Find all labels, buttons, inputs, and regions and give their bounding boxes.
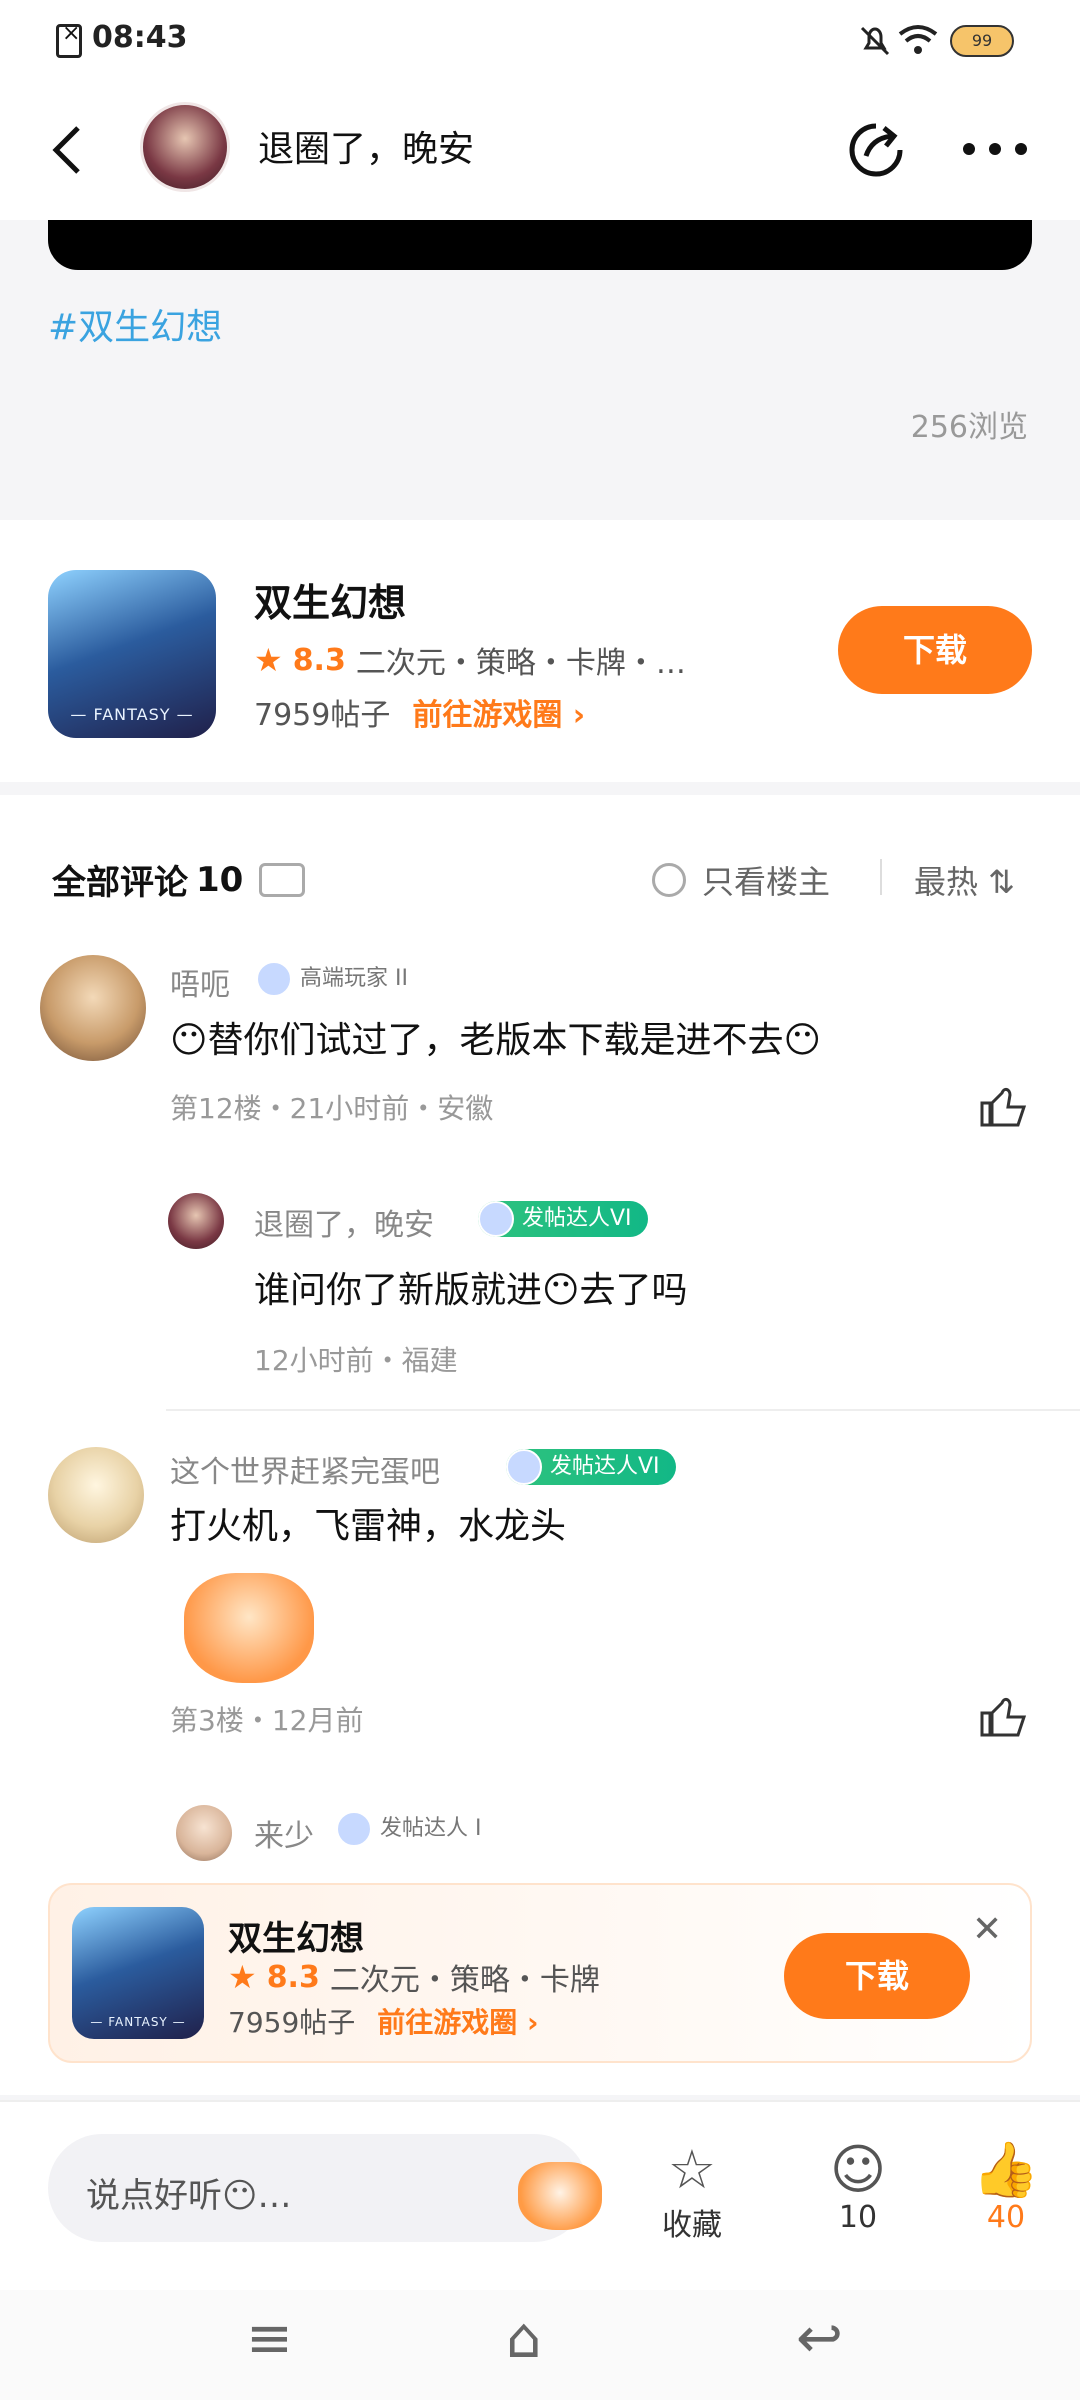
comment-input[interactable]: 说点好听😶… xyxy=(48,2134,602,2242)
badge-icon xyxy=(506,1449,542,1485)
badge-icon xyxy=(478,1201,514,1237)
back-icon[interactable]: ↩ xyxy=(796,2306,843,2371)
emoji-sticker-icon[interactable] xyxy=(518,2162,602,2230)
badge-label: 高端玩家 II xyxy=(300,966,408,991)
divider xyxy=(880,859,882,895)
system-nav-bar: ≡ ⌂ ↩ xyxy=(0,2290,1080,2400)
like-button[interactable]: 👍 40 xyxy=(966,2138,1046,2236)
commenter-avatar[interactable] xyxy=(40,955,146,1061)
comments-title: 全部评论 xyxy=(52,863,188,903)
reply-user-name[interactable]: 退圈了，晚安 xyxy=(254,1200,434,1244)
reply-meta: 12小时前・福建 xyxy=(254,1344,458,1377)
wifi-icon xyxy=(898,25,938,54)
comment-button[interactable]: ☺ 10 xyxy=(818,2138,898,2236)
commenter-name[interactable]: 唔呃 xyxy=(170,960,230,1004)
game-name: 双生幻想 xyxy=(254,581,407,625)
reply-avatar[interactable] xyxy=(176,1805,232,1861)
reply-avatar[interactable] xyxy=(168,1193,224,1249)
star-icon: ★ xyxy=(254,641,283,679)
star-icon: ★ xyxy=(228,1958,257,1996)
topic-tag[interactable]: #双生幻想 xyxy=(48,298,222,350)
game-icon[interactable] xyxy=(72,1907,204,2039)
game-post-count: 7959帖子 xyxy=(254,698,391,733)
comment-meta: 第12楼・21小时前・安徽 xyxy=(170,1092,494,1125)
share-icon[interactable] xyxy=(846,120,906,180)
like-icon[interactable] xyxy=(978,1085,1028,1129)
only-op-toggle[interactable]: 只看楼主 xyxy=(652,857,830,903)
comments-header: 全部评论 10 xyxy=(52,855,306,904)
user-badge: 发帖达人VI xyxy=(506,1449,676,1485)
game-genres: 二次元・策略・卡牌・… xyxy=(355,646,686,681)
back-arrow-icon[interactable] xyxy=(50,124,84,176)
comment-input-placeholder: 说点好听😶… xyxy=(86,2176,292,2216)
view-count: 256浏览 xyxy=(910,410,1028,445)
game-rating-row: ★ 8.3 二次元・策略・卡牌 xyxy=(228,1955,600,1999)
game-genres: 二次元・策略・卡牌 xyxy=(329,1963,600,1998)
comment-text: 打火机，飞雷神，水龙头 xyxy=(170,1506,567,1547)
comment-count: 10 xyxy=(838,2200,878,2235)
sticker-image xyxy=(184,1573,314,1683)
comment-text: 😶替你们试过了，老版本下载是进不去😶 xyxy=(170,1020,822,1061)
game-name: 双生幻想 xyxy=(228,1919,364,1959)
home-icon[interactable]: ⌂ xyxy=(506,2306,542,2371)
video-player-controls[interactable] xyxy=(48,220,1032,270)
comments-count: 10 xyxy=(196,859,244,900)
more-options-icon[interactable] xyxy=(962,142,1028,156)
author-avatar[interactable] xyxy=(140,102,230,192)
like-count: 40 xyxy=(986,2200,1026,2235)
favorite-button[interactable]: ☆ 收藏 xyxy=(652,2140,732,2244)
badge-label: 发帖达人VI xyxy=(522,1206,632,1231)
goto-game-circle-link[interactable]: 前往游戏圈 › xyxy=(377,2001,538,2041)
floating-game-card[interactable]: 双生幻想 ★ 8.3 二次元・策略・卡牌 7959帖子 前往游戏圈 › 下载 ✕ xyxy=(48,1883,1032,2063)
comment-bubble-icon: ☺ xyxy=(829,2138,887,2201)
radio-icon[interactable] xyxy=(652,863,686,897)
game-score: 8.3 xyxy=(266,1959,320,1995)
menu-icon[interactable]: ≡ xyxy=(246,2306,293,2371)
mute-bell-icon xyxy=(860,26,890,56)
reply-user-name[interactable]: 来少 xyxy=(254,1811,314,1855)
commenter-avatar[interactable] xyxy=(48,1447,144,1543)
close-icon[interactable]: ✕ xyxy=(972,1909,1002,1950)
user-badge: 发帖达人 I xyxy=(336,1811,497,1847)
star-outline-icon: ☆ xyxy=(667,2138,717,2201)
game-card[interactable]: 双生幻想 ★ 8.3 二次元・策略・卡牌・… 7959帖子 前往游戏圈 › 下载 xyxy=(0,520,1080,782)
user-badge: 发帖达人VI xyxy=(478,1201,648,1237)
game-score: 8.3 xyxy=(292,642,346,678)
battery-indicator: 99 xyxy=(950,25,1014,57)
reply-text: 谁问你了新版就进😶去了吗 xyxy=(254,1270,688,1311)
commenter-name[interactable]: 这个世界赶紧完蛋吧 xyxy=(170,1447,440,1491)
goto-game-circle-link[interactable]: 前往游戏圈 › xyxy=(412,690,585,734)
sort-hot-button[interactable]: 最热 ⇅ xyxy=(914,857,1015,903)
status-time: 08:43 xyxy=(92,20,188,55)
badge-icon xyxy=(256,961,292,997)
filter-icon[interactable] xyxy=(259,862,306,897)
game-post-count: 7959帖子 xyxy=(228,2006,356,2039)
only-op-label: 只看楼主 xyxy=(702,863,831,901)
user-badge: 高端玩家 II xyxy=(256,961,424,997)
top-bar: 退圈了，晚安 xyxy=(0,80,1080,220)
game-icon[interactable] xyxy=(48,570,216,738)
game-rating-row: ★ 8.3 二次元・策略・卡牌・… xyxy=(254,638,686,682)
favorite-label: 收藏 xyxy=(662,2208,722,2243)
thumbs-up-filled-icon: 👍 xyxy=(972,2138,1040,2201)
no-sim-icon xyxy=(56,21,82,58)
download-button[interactable]: 下载 xyxy=(784,1933,970,2019)
author-name[interactable]: 退圈了，晚安 xyxy=(258,120,474,172)
bottom-action-bar: 说点好听😶… ☆ 收藏 ☺ 10 👍 40 xyxy=(0,2100,1080,2290)
badge-label: 发帖达人 I xyxy=(380,1816,482,1841)
game-posts-row: 7959帖子 前往游戏圈 › xyxy=(254,690,585,734)
download-button[interactable]: 下载 xyxy=(838,606,1032,694)
status-bar: 08:43 99 xyxy=(0,0,1080,80)
comment-meta: 第3楼・12月前 xyxy=(170,1704,364,1737)
badge-icon xyxy=(336,1811,372,1847)
game-posts-row: 7959帖子 前往游戏圈 › xyxy=(228,2001,539,2041)
badge-label: 发帖达人VI xyxy=(550,1454,660,1479)
like-icon[interactable] xyxy=(978,1695,1028,1739)
divider xyxy=(166,1409,1080,1411)
